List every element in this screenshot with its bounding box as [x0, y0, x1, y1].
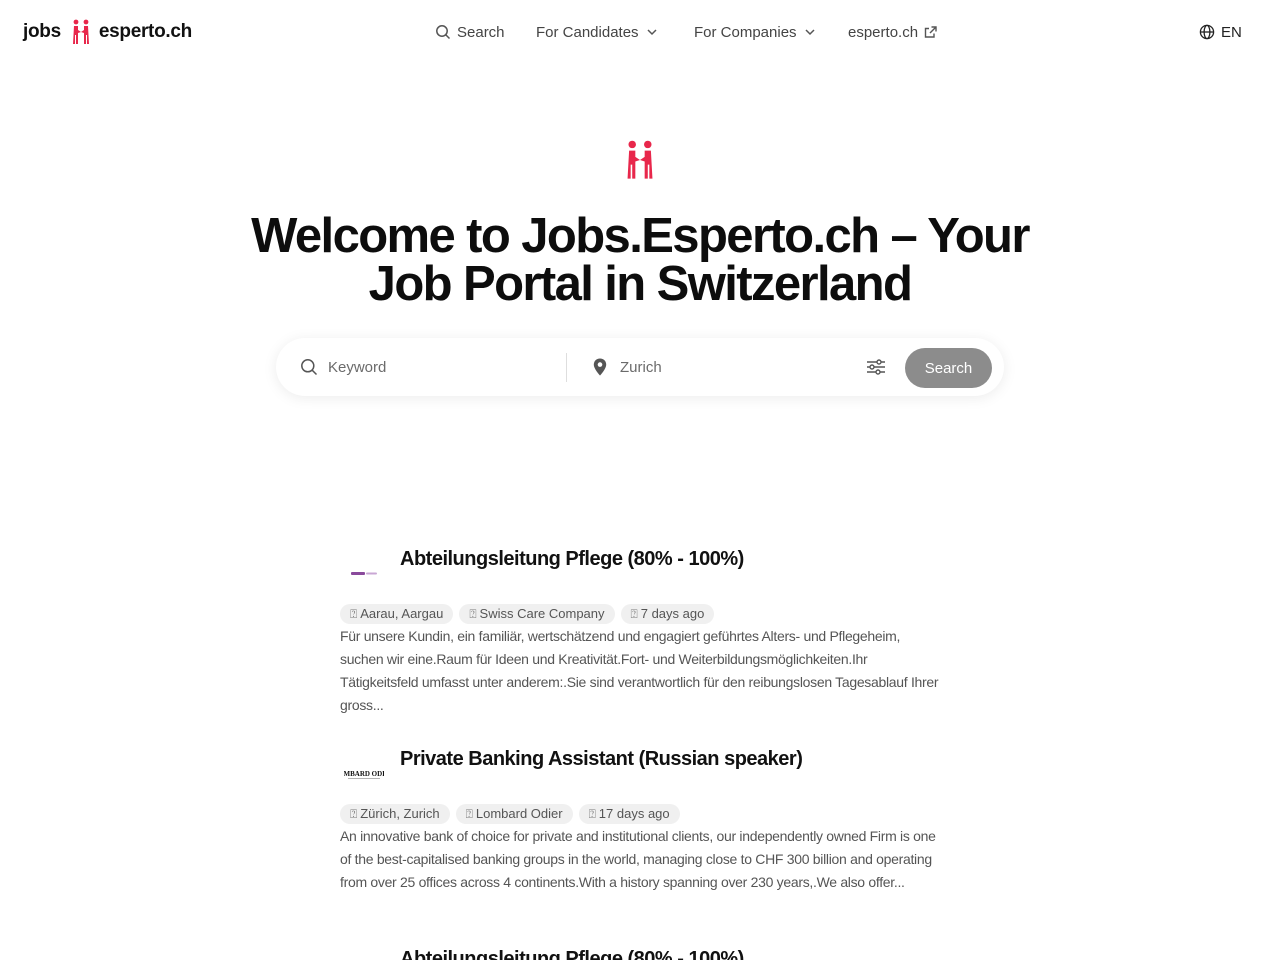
company-logo	[340, 554, 388, 594]
logo-text-jobs: jobs	[23, 21, 61, 42]
posted-tag: ⍰ 7 days ago	[620, 604, 715, 624]
clock-icon: ⍰	[630, 607, 638, 621]
location-text: Aarau, Aargau	[360, 606, 444, 621]
external-link-icon	[924, 25, 937, 38]
company-logo: LOMBARD ODIER	[340, 754, 388, 794]
chevron-down-icon	[647, 29, 657, 36]
handshake-logo-icon	[72, 19, 90, 45]
company-tag: ⍰ Lombard Odier	[455, 804, 573, 824]
job-meta-tags: ⍰ Aarau, Aargau ⍰ Swiss Care Company ⍰ 7 da…	[340, 604, 715, 624]
location-text: Zürich, Zurich	[360, 806, 440, 821]
job-title[interactable]: Abteilungsleitung Pflege (80% - 100%)	[400, 548, 744, 571]
location-tag: ⍰ Aarau, Aargau	[340, 604, 454, 624]
chevron-down-icon	[805, 29, 815, 36]
company-text: Swiss Care Company	[479, 606, 605, 621]
nav-companies-label: For Companies	[694, 23, 797, 41]
posted-text: 17 days ago	[598, 806, 670, 821]
nav-for-candidates[interactable]: For Candidates	[536, 20, 658, 44]
location-input[interactable]	[620, 354, 840, 380]
search-icon	[301, 359, 318, 376]
handshake-hero-icon	[626, 139, 654, 186]
job-title[interactable]: Private Banking Assistant (Russian speak…	[400, 748, 803, 771]
clock-icon: ⍰	[588, 807, 596, 821]
nav-esperto-external-link[interactable]: esperto.ch	[848, 20, 937, 44]
job-description: Für unsere Kundin, ein familiär, wertsch…	[340, 628, 939, 713]
job-listing[interactable]: Abteilungsleitung Pflege (80% - 100%)	[340, 948, 950, 960]
nav-search-label: Search	[457, 23, 505, 41]
globe-icon	[1199, 24, 1215, 40]
site-header: jobs esperto.ch Search For Candidates Fo…	[0, 0, 1280, 64]
site-logo[interactable]: jobs esperto.ch	[23, 17, 192, 47]
filter-sliders-icon[interactable]	[866, 358, 886, 376]
location-tag: ⍰ Zürich, Zurich	[340, 804, 450, 824]
nav-candidates-label: For Candidates	[536, 23, 639, 41]
language-label: EN	[1221, 23, 1242, 41]
search-button[interactable]: Search	[905, 348, 992, 388]
job-description: An innovative bank of choice for private…	[340, 828, 936, 890]
keyword-input[interactable]	[328, 354, 556, 380]
company-icon: ⍰	[465, 807, 473, 821]
location-icon: ⍰	[350, 807, 358, 821]
search-icon	[436, 25, 451, 40]
search-divider	[566, 353, 567, 382]
language-selector[interactable]: EN	[1199, 20, 1242, 44]
nav-search[interactable]: Search	[435, 20, 505, 44]
company-tag: ⍰ Swiss Care Company	[459, 604, 615, 624]
page-title: Welcome to Jobs.Esperto.ch – Your Job Po…	[251, 209, 1030, 311]
company-logo-text: LOMBARD ODIER	[344, 770, 384, 778]
job-listing[interactable]: Abteilungsleitung Pflege (80% - 100%) ⍰ A…	[340, 548, 950, 713]
company-icon: ⍰	[469, 607, 477, 621]
job-listing[interactable]: LOMBARD ODIER Private Banking Assistant …	[340, 748, 950, 898]
logo-text-esperto: esperto.ch	[98, 21, 192, 42]
posted-tag: ⍰ 17 days ago	[578, 804, 680, 824]
job-meta-tags: ⍰ Zürich, Zurich ⍰ Lombard Odier ⍰ 17 days …	[340, 804, 680, 824]
company-text: Lombard Odier	[475, 806, 563, 821]
location-icon: ⍰	[350, 607, 358, 621]
job-title[interactable]: Abteilungsleitung Pflege (80% - 100%)	[400, 948, 744, 960]
job-search-bar: Search	[276, 338, 1004, 396]
location-pin-icon	[593, 358, 607, 376]
posted-text: 7 days ago	[640, 606, 705, 621]
nav-external-label: esperto.ch	[848, 23, 919, 41]
nav-for-companies[interactable]: For Companies	[694, 20, 816, 44]
